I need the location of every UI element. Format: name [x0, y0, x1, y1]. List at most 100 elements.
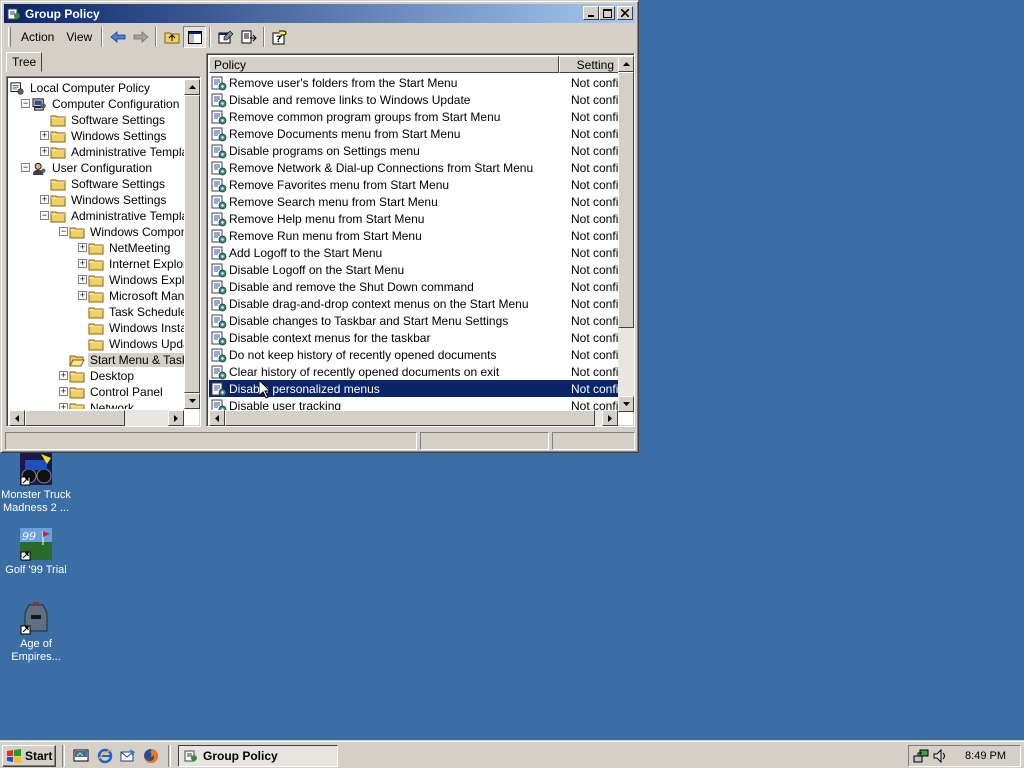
- close-button[interactable]: [617, 6, 633, 20]
- desktop-icon-age-of-empires[interactable]: Age of Empires...: [0, 601, 74, 664]
- list-vertical-scrollbar[interactable]: [618, 56, 634, 412]
- column-header-setting[interactable]: Setting: [559, 56, 619, 73]
- tree-item[interactable]: + Network: [59, 400, 136, 409]
- expand-button[interactable]: +: [78, 259, 87, 268]
- list-item[interactable]: Do not keep history of recently opened d…: [209, 346, 619, 363]
- tree-item[interactable]: + Internet Explorer: [78, 256, 184, 272]
- up-one-level-button[interactable]: [160, 26, 183, 48]
- tree-item[interactable]: + Administrative Templates: [40, 144, 184, 160]
- tree-item[interactable]: + Windows Settings: [40, 192, 168, 208]
- scroll-thumb[interactable]: [618, 72, 634, 328]
- expand-button[interactable]: +: [59, 371, 68, 380]
- internet-explorer-button[interactable]: [96, 747, 114, 765]
- collapse-button[interactable]: −: [59, 227, 68, 236]
- tree-item[interactable]: Windows Installer: [88, 320, 184, 336]
- menu-action[interactable]: Action: [15, 27, 60, 47]
- taskbar-button-group-policy[interactable]: Group Policy: [178, 745, 338, 767]
- collapse-button[interactable]: −: [40, 211, 49, 220]
- list-item[interactable]: Remove Search menu from Start Menu Not co…: [209, 193, 619, 210]
- tree-item[interactable]: − Computer Configuration: [21, 96, 181, 112]
- maximize-button[interactable]: [599, 6, 615, 20]
- scroll-thumb[interactable]: [184, 95, 200, 393]
- tree-item[interactable]: Local Computer Policy: [9, 80, 152, 96]
- help-button[interactable]: ?: [268, 26, 291, 48]
- tree-item[interactable]: − User Configuration: [21, 160, 154, 176]
- column-header-policy[interactable]: Policy: [209, 56, 559, 73]
- scroll-thumb[interactable]: [25, 410, 125, 426]
- tree-item[interactable]: − Administrative Templates: [40, 208, 184, 224]
- list-item[interactable]: Add Logoff to the Start Menu Not configur…: [209, 244, 619, 261]
- scroll-thumb[interactable]: [225, 410, 595, 426]
- list-item[interactable]: Disable and remove the Shut Down command…: [209, 278, 619, 295]
- list-item[interactable]: Remove common program groups from Start …: [209, 108, 619, 125]
- scroll-left-button[interactable]: [209, 410, 225, 426]
- show-desktop-button[interactable]: [72, 747, 90, 765]
- tree-item[interactable]: Start Menu & Taskbar: [69, 352, 184, 368]
- desktop-icon-monster-truck[interactable]: Monster Truck Madness 2 ...: [0, 452, 74, 515]
- expand-button[interactable]: +: [78, 291, 87, 300]
- expand-button[interactable]: +: [78, 243, 87, 252]
- tree-item[interactable]: Software Settings: [50, 112, 167, 128]
- tree-item[interactable]: − Windows Components: [59, 224, 184, 240]
- scroll-up-button[interactable]: [618, 56, 634, 72]
- scroll-right-button[interactable]: [168, 410, 184, 426]
- tree-item[interactable]: Windows Update: [88, 336, 184, 352]
- list-item[interactable]: Disable context menus for the taskbar Not…: [209, 329, 619, 346]
- list-item[interactable]: Remove user's folders from the Start Men…: [209, 74, 619, 91]
- outlook-express-button[interactable]: [119, 747, 137, 765]
- desktop-icon-golf[interactable]: 99 Golf '99 Trial: [0, 527, 74, 577]
- list-item[interactable]: Remove Documents menu from Start Menu Not…: [209, 125, 619, 142]
- tree-item[interactable]: Task Scheduler: [88, 304, 184, 320]
- show-hide-tree-button[interactable]: [183, 26, 207, 48]
- firefox-button[interactable]: [142, 747, 160, 765]
- scroll-down-button[interactable]: [618, 396, 634, 412]
- list-item[interactable]: Clear history of recently opened documen…: [209, 363, 619, 380]
- policy-cell: Remove Favorites menu from Start Menu: [209, 177, 564, 193]
- list-item[interactable]: Remove Run menu from Start Menu Not confi…: [209, 227, 619, 244]
- tree-item[interactable]: + Desktop: [59, 368, 136, 384]
- collapse-button[interactable]: −: [21, 99, 30, 108]
- expand-button[interactable]: +: [40, 195, 49, 204]
- tree-horizontal-scrollbar[interactable]: [9, 410, 184, 426]
- tree-item[interactable]: + Windows Explorer: [78, 272, 184, 288]
- expand-button[interactable]: +: [78, 275, 87, 284]
- toolbar-grip[interactable]: [8, 27, 11, 47]
- forward-button[interactable]: [129, 26, 152, 48]
- tab-tree[interactable]: Tree: [6, 52, 42, 72]
- minimize-button[interactable]: [583, 6, 599, 20]
- clock[interactable]: 8:49 PM: [965, 750, 1006, 762]
- tree-item[interactable]: + NetMeeting: [78, 240, 172, 256]
- expand-button[interactable]: +: [59, 387, 68, 396]
- menu-view[interactable]: View: [60, 27, 98, 47]
- list-item[interactable]: Disable drag-and-drop context menus on t…: [209, 295, 619, 312]
- list-item[interactable]: Disable changes to Taskbar and Start Men…: [209, 312, 619, 329]
- tree-vertical-scrollbar[interactable]: [184, 79, 200, 409]
- tree-item[interactable]: Software Settings: [50, 176, 167, 192]
- tree-item[interactable]: + Control Panel: [59, 384, 165, 400]
- expand-button[interactable]: +: [40, 147, 49, 156]
- properties-button[interactable]: [214, 26, 237, 48]
- list-item[interactable]: Disable and remove links to Windows Upda…: [209, 91, 619, 108]
- list-item[interactable]: Remove Favorites menu from Start Menu Not…: [209, 176, 619, 193]
- list-item[interactable]: Remove Network & Dial-up Connections fro…: [209, 159, 619, 176]
- expand-button[interactable]: +: [59, 403, 68, 409]
- title-bar[interactable]: Group Policy: [4, 4, 635, 23]
- tree-item[interactable]: + Windows Settings: [40, 128, 168, 144]
- network-icon[interactable]: [913, 748, 929, 764]
- taskbar: Start Group Policy 8:49 PM: [0, 740, 1024, 768]
- expand-button[interactable]: +: [40, 131, 49, 140]
- list-horizontal-scrollbar[interactable]: [209, 410, 618, 426]
- scroll-right-button[interactable]: [602, 410, 618, 426]
- tree-item[interactable]: + Microsoft Management Console: [78, 288, 184, 304]
- list-item[interactable]: Disable programs on Settings menu Not con…: [209, 142, 619, 159]
- back-button[interactable]: [106, 26, 129, 48]
- scroll-left-button[interactable]: [9, 410, 25, 426]
- collapse-button[interactable]: −: [21, 163, 30, 172]
- export-list-button[interactable]: [237, 26, 260, 48]
- scroll-down-button[interactable]: [184, 393, 200, 409]
- scroll-up-button[interactable]: [184, 79, 200, 95]
- list-item[interactable]: Disable Logoff on the Start Menu Not conf…: [209, 261, 619, 278]
- list-item[interactable]: Remove Help menu from Start Menu Not conf…: [209, 210, 619, 227]
- volume-icon[interactable]: [932, 748, 948, 764]
- start-button[interactable]: Start: [2, 745, 56, 767]
